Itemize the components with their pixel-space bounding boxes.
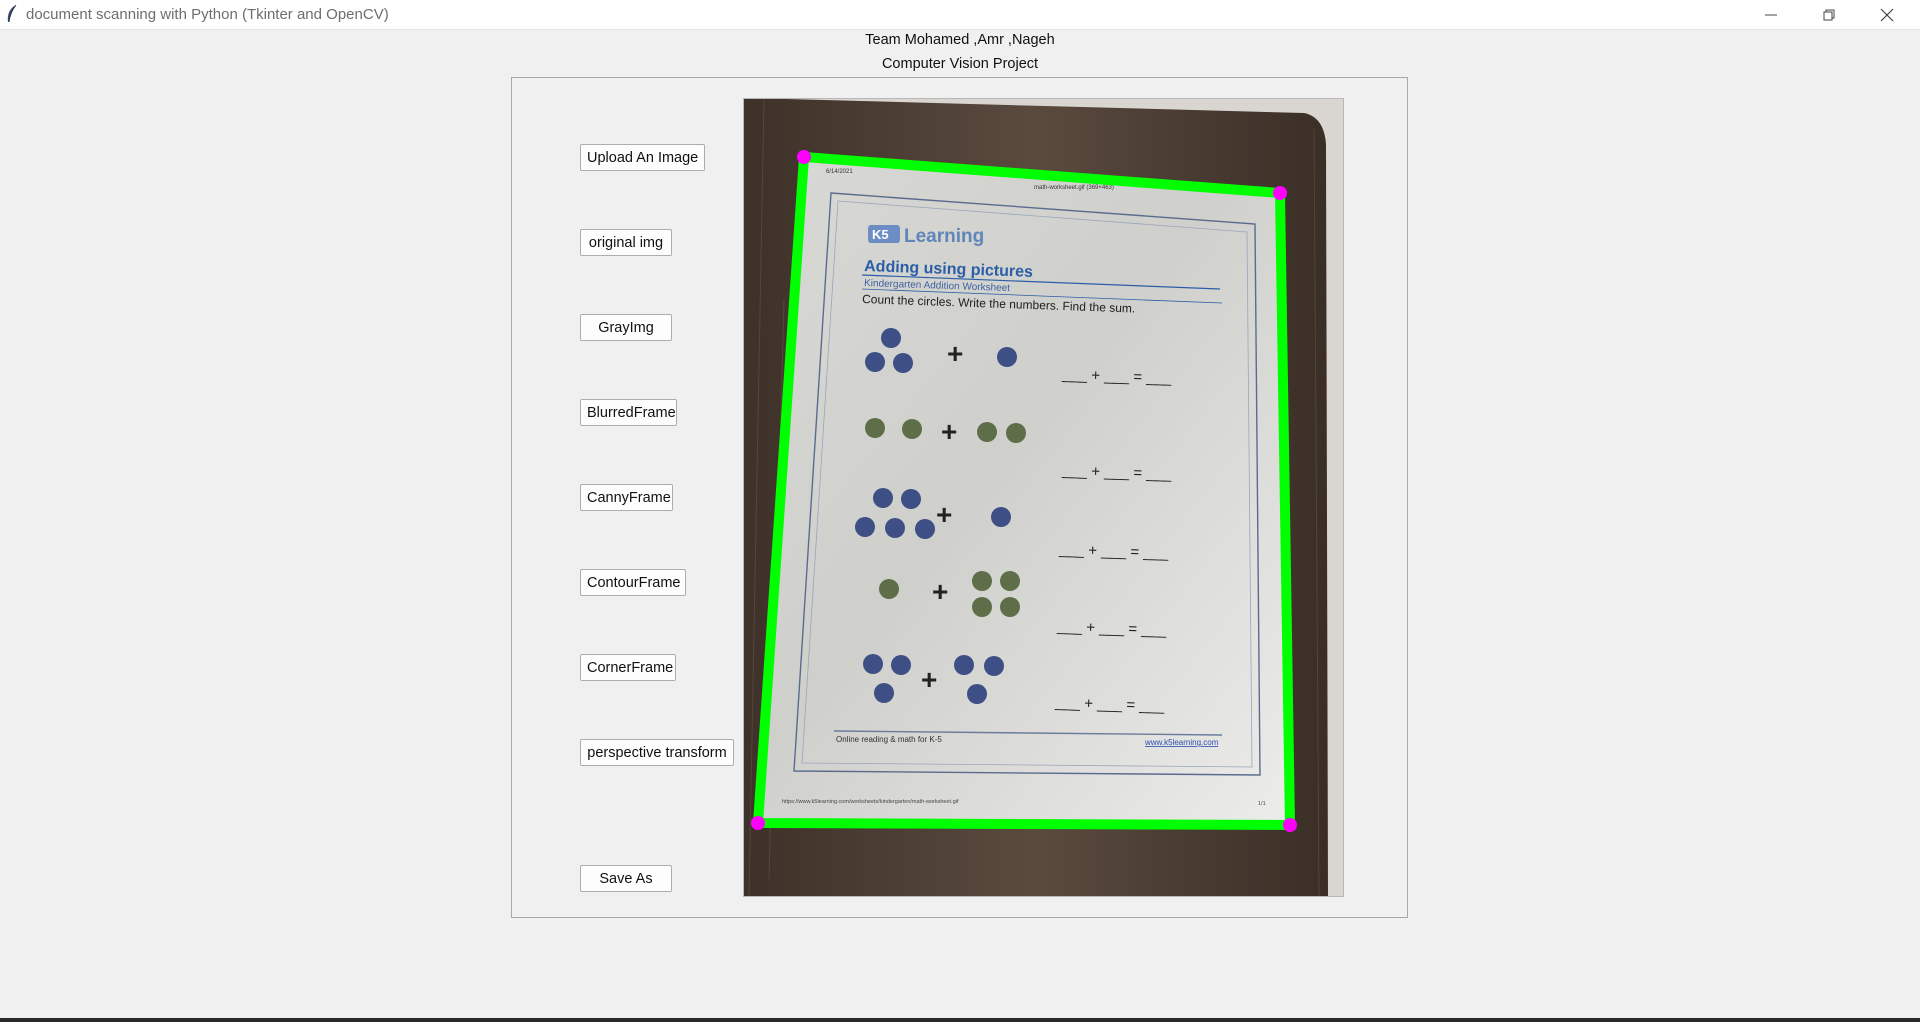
svg-text:Learning: Learning (904, 226, 984, 247)
perspective-transform-button[interactable]: perspective transform (580, 739, 734, 766)
print-date: 6/14/2021 (826, 169, 853, 175)
original-image-button[interactable]: original img (580, 229, 672, 256)
corner-point-top-right (1273, 186, 1287, 200)
blurred-frame-button[interactable]: BlurredFrame (580, 399, 677, 426)
canny-frame-button[interactable]: CannyFrame (580, 484, 673, 511)
svg-text:+: + (941, 416, 957, 447)
document-photo: 6/14/2021 math-worksheet.gif (369×463) K… (744, 99, 1343, 896)
minimize-button[interactable] (1742, 0, 1800, 29)
print-filename: math-worksheet.gif (369×463) (1034, 185, 1114, 191)
corner-point-bottom-left (751, 816, 765, 830)
team-label: Team Mohamed ,Amr ,Nageh (865, 32, 1055, 48)
save-as-button[interactable]: Save As (580, 865, 672, 892)
print-page: 1/1 (1258, 801, 1266, 807)
window-title: document scanning with Python (Tkinter a… (26, 6, 389, 23)
svg-text:+: + (932, 576, 948, 607)
close-icon (1880, 8, 1894, 22)
corner-point-top-left (797, 150, 811, 164)
corner-point-bottom-right (1283, 818, 1297, 832)
svg-text:+: + (947, 338, 963, 369)
feather-icon (7, 4, 17, 23)
contour-frame-button[interactable]: ContourFrame (580, 569, 686, 596)
image-display: 6/14/2021 math-worksheet.gif (369×463) K… (743, 98, 1344, 897)
taskbar-edge (0, 1018, 1920, 1022)
svg-text:+: + (936, 499, 952, 530)
svg-text:K5: K5 (872, 227, 889, 242)
close-button[interactable] (1858, 0, 1916, 29)
worksheet-footer-link: www.k5learning.com (1144, 738, 1219, 747)
corner-frame-button[interactable]: CornerFrame (580, 654, 676, 681)
print-url: https://www.k5learning.com/worksheets/ki… (782, 799, 959, 805)
worksheet-footer-left: Online reading & math for K-5 (836, 735, 942, 744)
window-titlebar: document scanning with Python (Tkinter a… (0, 0, 1920, 30)
restore-button[interactable] (1800, 0, 1858, 29)
gray-image-button[interactable]: GrayImg (580, 314, 672, 341)
upload-image-button[interactable]: Upload An Image (580, 144, 705, 171)
restore-icon (1823, 9, 1835, 21)
worksheet-paper (758, 157, 1290, 825)
minimize-icon (1765, 14, 1777, 16)
project-label: Computer Vision Project (881, 56, 1039, 72)
svg-text:+: + (921, 664, 937, 695)
